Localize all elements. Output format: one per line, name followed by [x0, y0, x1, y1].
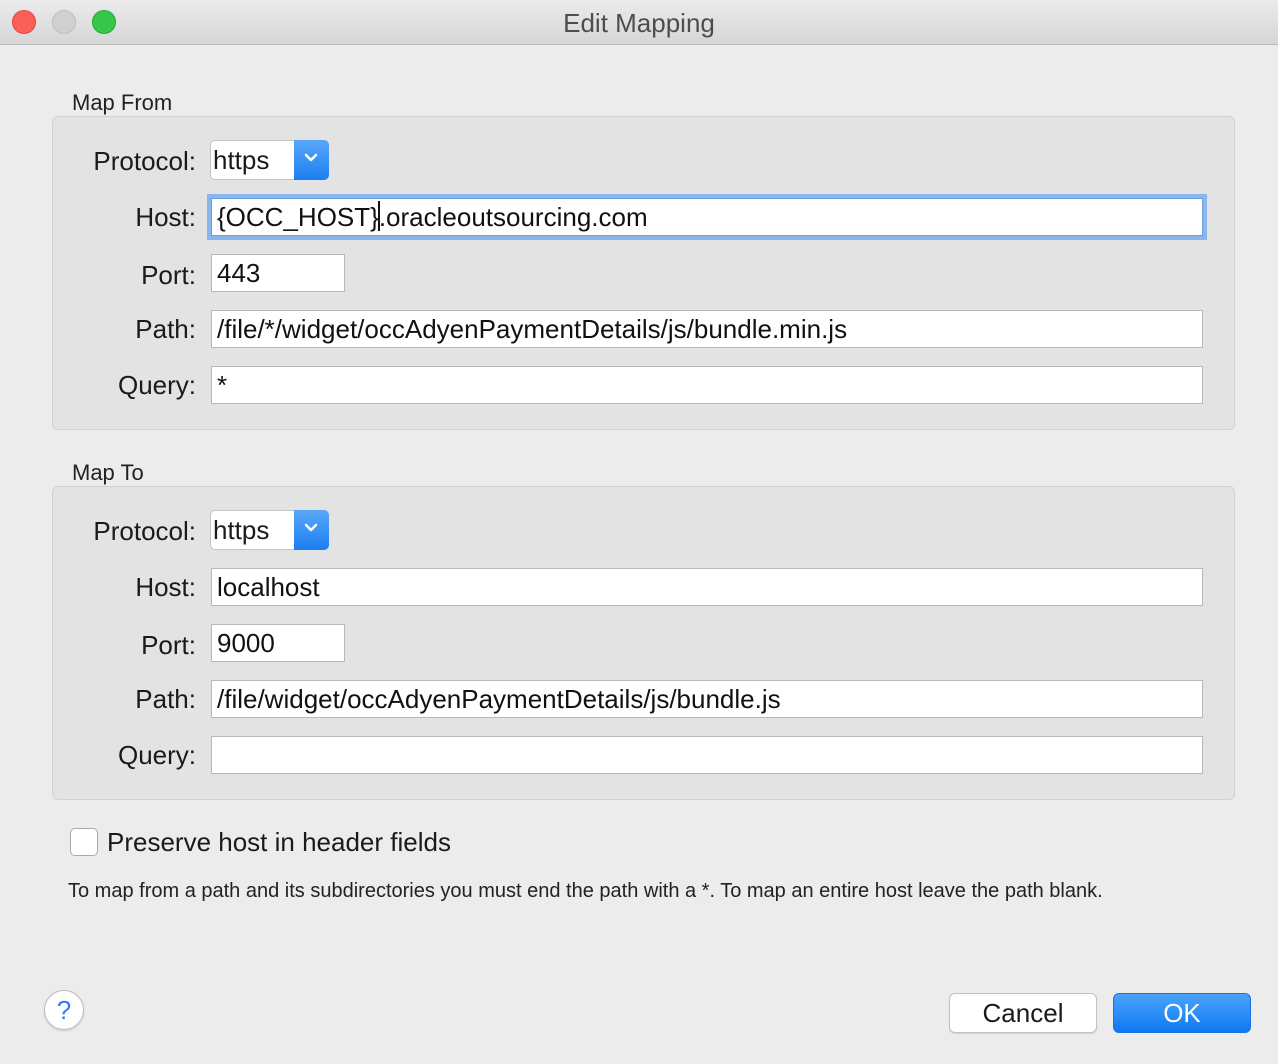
- help-button[interactable]: ?: [44, 990, 84, 1030]
- to-query-label: Query:: [117, 740, 196, 770]
- title-bar: Edit Mapping: [0, 0, 1278, 45]
- from-host-input[interactable]: {OCC_HOST}.oracleoutsourcing.com: [211, 198, 1203, 236]
- from-protocol-select[interactable]: https: [210, 140, 329, 180]
- from-host-text-before-caret: {OCC_HOST}: [217, 202, 379, 232]
- to-port-label: Port:: [141, 630, 196, 660]
- to-query-input[interactable]: [211, 736, 1203, 774]
- cancel-button[interactable]: Cancel: [949, 993, 1097, 1033]
- from-host-label: Host:: [135, 202, 196, 232]
- window-title: Edit Mapping: [563, 8, 715, 38]
- to-path-label: Path:: [135, 684, 196, 714]
- chevron-down-icon: [294, 510, 329, 550]
- to-protocol-select[interactable]: https: [210, 510, 329, 550]
- to-protocol-label: Protocol:: [93, 516, 196, 546]
- from-port-label: Port:: [141, 260, 196, 290]
- to-host-input[interactable]: localhost: [211, 568, 1203, 606]
- from-host-text-after-caret: .oracleoutsourcing.com: [378, 202, 648, 232]
- to-path-input[interactable]: /file/widget/occAdyenPaymentDetails/js/b…: [211, 680, 1203, 718]
- from-query-label: Query:: [117, 370, 196, 400]
- from-protocol-label: Protocol:: [93, 146, 196, 176]
- to-host-label: Host:: [135, 572, 196, 602]
- preserve-host-checkbox[interactable]: [70, 828, 98, 856]
- map-from-heading: Map From: [72, 90, 173, 115]
- to-port-input[interactable]: 9000: [211, 624, 345, 662]
- mapping-hint-text: To map from a path and its subdirectorie…: [68, 880, 1103, 902]
- preserve-host-label[interactable]: Preserve host in header fields: [107, 827, 451, 858]
- ok-button[interactable]: OK: [1113, 993, 1251, 1033]
- from-path-input[interactable]: /file/*/widget/occAdyenPaymentDetails/js…: [211, 310, 1203, 348]
- from-query-input[interactable]: *: [211, 366, 1203, 404]
- from-port-input[interactable]: 443: [211, 254, 345, 292]
- chevron-down-icon: [294, 140, 329, 180]
- from-path-label: Path:: [135, 314, 196, 344]
- map-to-heading: Map To: [72, 460, 144, 485]
- from-protocol-value: https: [213, 145, 270, 175]
- to-protocol-value: https: [213, 515, 270, 545]
